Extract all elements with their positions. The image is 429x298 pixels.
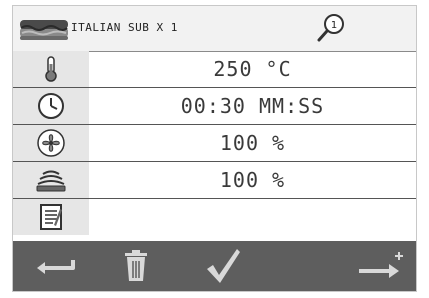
back-arrow-icon: [37, 260, 75, 274]
time-icon-cell: [13, 88, 89, 124]
back-button[interactable]: [21, 241, 91, 291]
add-arrow-icon: [359, 252, 403, 278]
header-bar: ITALIAN SUB X 1 1: [13, 6, 416, 52]
footer-toolbar: [13, 241, 416, 291]
add-step-button[interactable]: [351, 241, 411, 291]
notes-icon: [40, 204, 62, 230]
fan-row[interactable]: 100 %: [13, 125, 416, 162]
trash-icon: [125, 250, 147, 281]
fan-icon: [37, 129, 65, 157]
search-icon[interactable]: 1: [313, 10, 349, 46]
thermometer-icon: [45, 56, 57, 82]
temperature-icon-cell: [13, 51, 89, 87]
time-row[interactable]: 00:30 MM:SS: [13, 88, 416, 125]
product-name: ITALIAN SUB X 1: [71, 21, 178, 34]
notes-value: [89, 199, 416, 235]
recipe-screen: ITALIAN SUB X 1 1 250 °C 00:30 MM:SS 100…: [12, 5, 417, 292]
confirm-button[interactable]: [193, 241, 253, 291]
fan-value: 100 %: [219, 131, 286, 155]
microwave-row[interactable]: 100 %: [13, 162, 416, 199]
clock-icon: [38, 93, 64, 119]
microwave-waves-icon: [36, 170, 66, 192]
checkmark-icon: [207, 249, 240, 283]
notes-row[interactable]: [13, 199, 416, 235]
temperature-value: 250 °C: [213, 57, 292, 81]
fan-icon-cell: [13, 125, 89, 161]
temperature-row[interactable]: 250 °C: [13, 51, 416, 88]
search-badge: 1: [331, 20, 337, 31]
time-value: 00:30 MM:SS: [180, 94, 325, 118]
microwave-icon-cell: [13, 162, 89, 198]
delete-button[interactable]: [111, 241, 161, 291]
notes-icon-cell: [13, 199, 89, 235]
sandwich-image-icon: [20, 20, 68, 40]
microwave-value: 100 %: [219, 168, 286, 192]
